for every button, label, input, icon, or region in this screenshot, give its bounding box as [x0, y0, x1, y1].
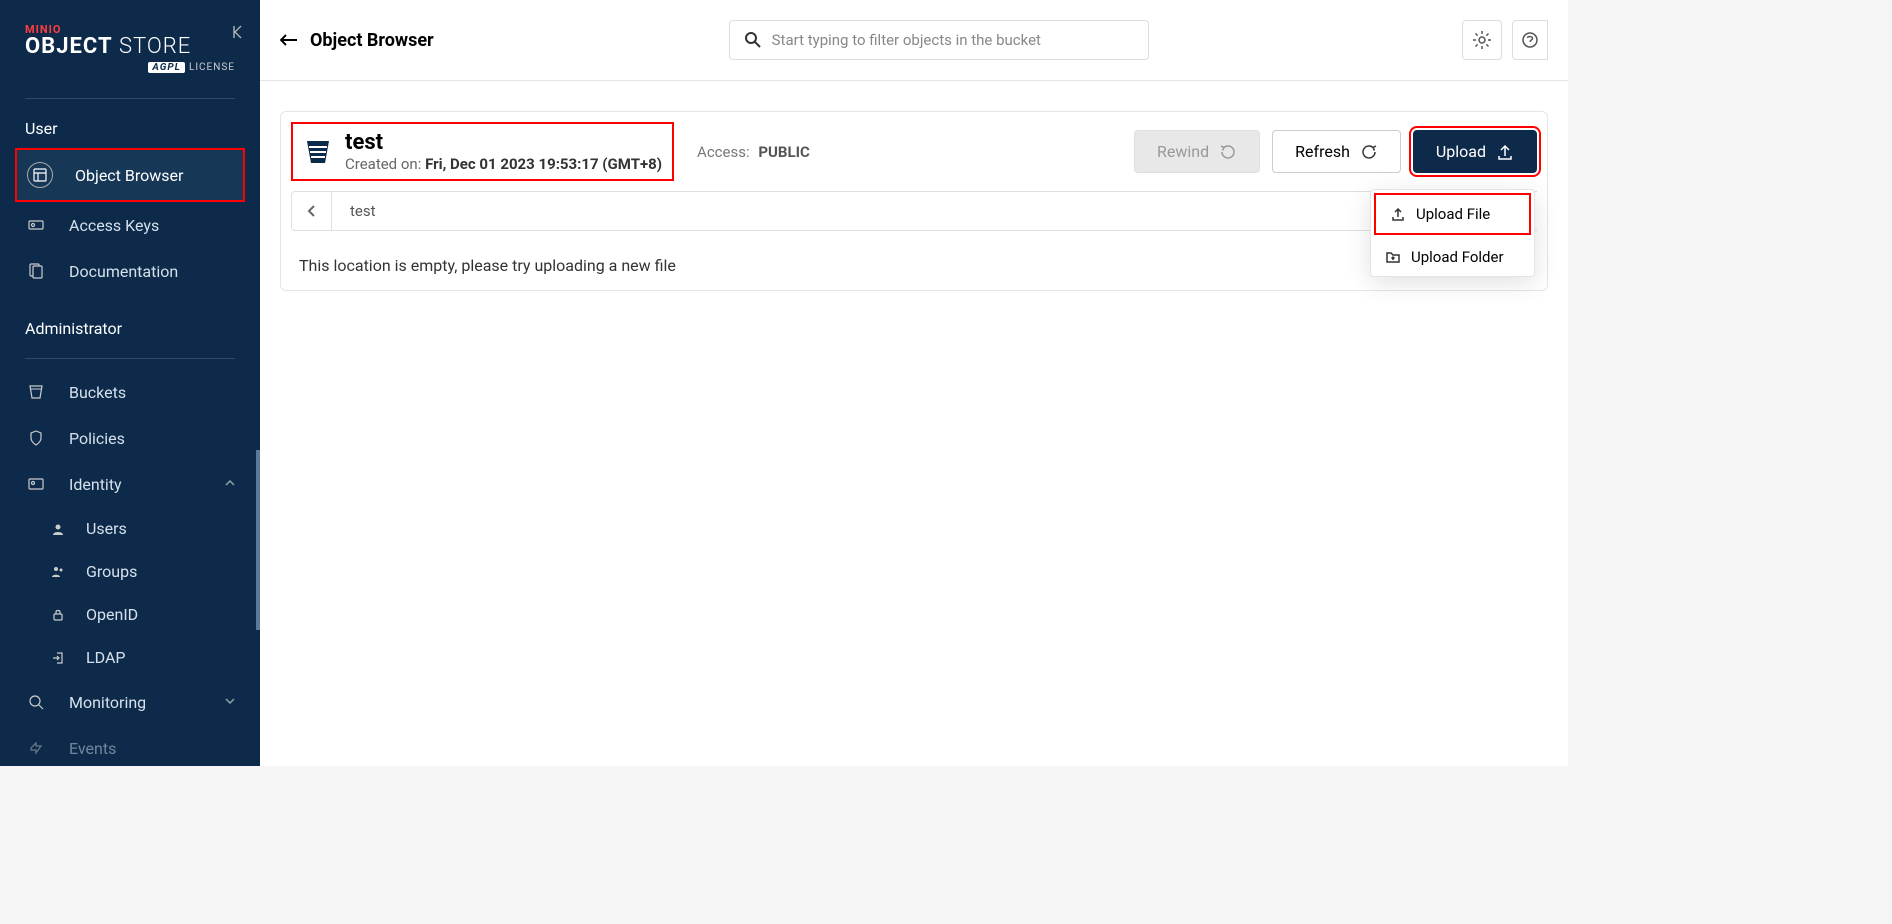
sidebar-item-label: Events — [69, 739, 116, 758]
path-bar: test — [291, 191, 1495, 231]
sidebar-item-label: Object Browser — [75, 166, 183, 185]
upload-file-icon — [1390, 206, 1406, 222]
rewind-icon — [1219, 143, 1237, 161]
chevron-down-icon — [225, 695, 235, 709]
logo-area: MINIO OBJECT STORE AGPLLICENSE — [0, 5, 260, 88]
sidebar-item-object-browser[interactable]: Object Browser — [15, 148, 245, 202]
back-button[interactable]: Object Browser — [280, 30, 434, 51]
sidebar-item-label: Policies — [69, 429, 125, 448]
shield-icon — [25, 427, 47, 449]
empty-message: This location is empty, please try uploa… — [281, 241, 1547, 290]
refresh-button[interactable]: Refresh — [1272, 130, 1401, 173]
sidebar-section-user: User — [0, 109, 260, 148]
sidebar-section-admin: Administrator — [0, 309, 260, 348]
sidebar-item-access-keys[interactable]: Access Keys — [0, 202, 260, 248]
brand-object-store: OBJECT STORE — [25, 34, 235, 59]
bucket-name: test — [345, 130, 662, 155]
path-back-button[interactable] — [292, 191, 332, 231]
upload-dropdown: Upload File Upload Folder — [1370, 189, 1535, 277]
document-icon — [25, 260, 47, 282]
sidebar-item-label: Documentation — [69, 262, 178, 281]
sidebar-scrollbar[interactable] — [256, 450, 260, 630]
sidebar-item-users[interactable]: Users — [0, 507, 260, 550]
sidebar-item-ldap[interactable]: LDAP — [0, 636, 260, 679]
events-icon — [25, 737, 47, 759]
key-icon — [25, 214, 47, 236]
settings-button[interactable] — [1462, 20, 1502, 60]
search-icon — [744, 31, 762, 49]
upload-file-option[interactable]: Upload File — [1374, 193, 1531, 235]
rewind-button: Rewind — [1134, 130, 1260, 173]
bucket-access: Access: PUBLIC — [697, 143, 810, 161]
sidebar-item-openid[interactable]: OpenID — [0, 593, 260, 636]
main-content: Object Browser test — [260, 0, 1568, 766]
monitoring-icon — [25, 691, 47, 713]
sidebar-item-label: Buckets — [69, 383, 126, 402]
sidebar-item-label: LDAP — [86, 648, 125, 667]
id-card-icon — [25, 473, 47, 495]
help-button[interactable] — [1512, 20, 1548, 60]
bucket-info: test Created on: Fri, Dec 01 2023 19:53:… — [291, 122, 674, 181]
bucket-panel: test Created on: Fri, Dec 01 2023 19:53:… — [280, 111, 1548, 291]
gear-icon — [1472, 30, 1492, 50]
sidebar: MINIO OBJECT STORE AGPLLICENSE User Obje… — [0, 0, 260, 766]
bucket-icon — [303, 137, 333, 167]
sidebar-item-monitoring[interactable]: Monitoring — [0, 679, 260, 725]
sidebar-item-groups[interactable]: Groups — [0, 550, 260, 593]
sidebar-item-events[interactable]: Events — [0, 725, 260, 771]
bucket-created: Created on: Fri, Dec 01 2023 19:53:17 (G… — [345, 155, 662, 173]
upload-button[interactable]: Upload — [1413, 130, 1537, 173]
sidebar-item-identity[interactable]: Identity — [0, 461, 260, 507]
sidebar-item-label: Access Keys — [69, 216, 159, 235]
collapse-sidebar-icon[interactable] — [231, 25, 245, 43]
sidebar-item-label: Users — [86, 519, 127, 538]
upload-folder-icon — [1385, 249, 1401, 265]
brand-license: AGPLLICENSE — [25, 62, 235, 73]
sidebar-item-documentation[interactable]: Documentation — [0, 248, 260, 294]
path-text[interactable]: test — [332, 202, 394, 220]
lock-icon — [50, 607, 66, 623]
chevron-left-icon — [305, 204, 319, 218]
sidebar-item-buckets[interactable]: Buckets — [0, 369, 260, 415]
sidebar-item-label: Groups — [86, 562, 137, 581]
sidebar-item-label: Identity — [69, 475, 122, 494]
search-box[interactable] — [729, 20, 1149, 60]
user-icon — [50, 521, 66, 537]
upload-folder-option[interactable]: Upload Folder — [1371, 238, 1534, 276]
page-title: Object Browser — [310, 30, 434, 51]
help-icon — [1521, 31, 1539, 49]
search-input[interactable] — [772, 31, 1134, 49]
group-icon — [50, 564, 66, 580]
chevron-up-icon — [225, 477, 235, 491]
sidebar-item-label: Monitoring — [69, 693, 146, 712]
header: Object Browser — [260, 0, 1568, 81]
bucket-icon — [25, 381, 47, 403]
login-icon — [50, 650, 66, 666]
arrow-left-icon — [280, 33, 298, 47]
file-browser-icon — [27, 162, 53, 188]
refresh-icon — [1360, 143, 1378, 161]
upload-icon — [1496, 143, 1514, 161]
sidebar-item-policies[interactable]: Policies — [0, 415, 260, 461]
sidebar-item-label: OpenID — [86, 605, 138, 624]
